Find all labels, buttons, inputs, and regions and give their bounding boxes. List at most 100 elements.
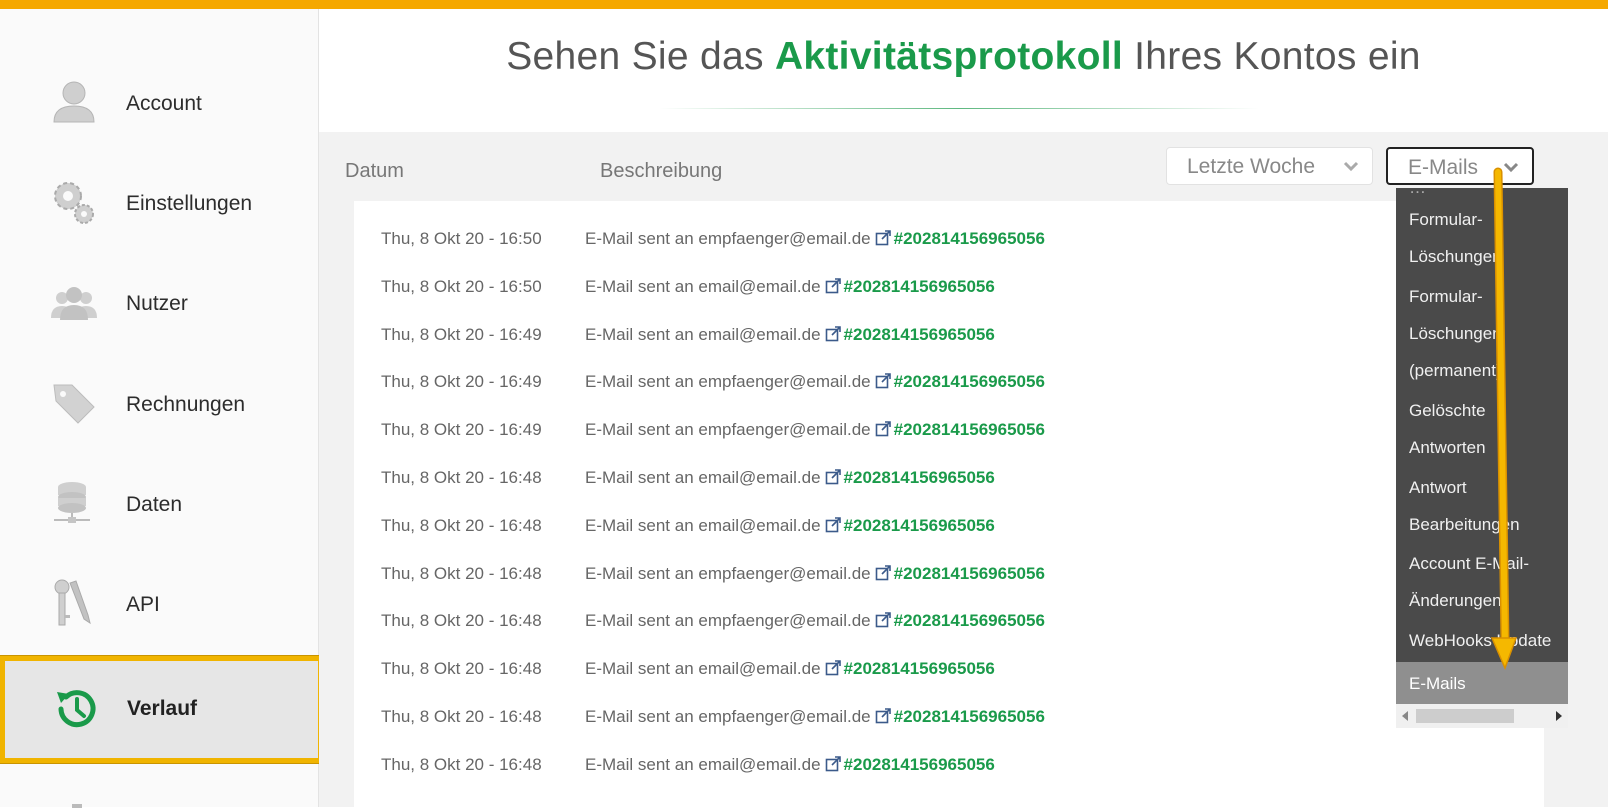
- dropdown-option-partial: …: [1409, 188, 1426, 198]
- row-text: E-Mail sent an email@email.de: [585, 277, 821, 296]
- row-text: E-Mail sent an email@email.de: [585, 659, 821, 678]
- gears-icon: [54, 182, 94, 224]
- row-text: E-Mail sent an email@email.de: [585, 325, 821, 344]
- dropdown-selected-label: E-Mails: [1409, 674, 1466, 693]
- row-link[interactable]: #202814156965056: [894, 420, 1045, 439]
- dropdown-option[interactable]: Antwort: [1409, 478, 1467, 498]
- row-link[interactable]: #202814156965056: [844, 755, 995, 774]
- row-description: E-Mail sent an email@email.de #2028141569…: [585, 659, 995, 679]
- row-link[interactable]: #202814156965056: [894, 372, 1045, 391]
- table-row: Thu, 8 Okt 20 - 16:48 E-Mail sent an emp…: [354, 699, 1544, 739]
- external-link-icon: [875, 230, 891, 246]
- page-title-suffix: Ihres Kontos ein: [1123, 35, 1421, 78]
- sidebar-item-account[interactable]: Account: [0, 64, 318, 144]
- table-row: Thu, 8 Okt 20 - 16:49 E-Mail sent an emp…: [354, 364, 1544, 404]
- dropdown-option-selected[interactable]: E-Mails: [1396, 662, 1568, 704]
- scroll-right-icon[interactable]: [1556, 711, 1562, 721]
- row-date: Thu, 8 Okt 20 - 16:48: [381, 611, 542, 630]
- row-date: Thu, 8 Okt 20 - 16:49: [381, 420, 542, 439]
- row-text: E-Mail sent an empfaenger@email.de: [585, 564, 871, 583]
- row-link[interactable]: #202814156965056: [844, 468, 995, 487]
- row-description: E-Mail sent an email@email.de #2028141569…: [585, 468, 995, 488]
- dropdown-option[interactable]: Antworten: [1409, 438, 1486, 458]
- event-type-select[interactable]: E-Mails: [1386, 147, 1534, 185]
- column-header-description: Beschreibung: [600, 160, 723, 182]
- table-row: Thu, 8 Okt 20 - 16:48 E-Mail sent an emp…: [354, 556, 1544, 596]
- table-row: Thu, 8 Okt 20 - 16:48 E-Mail sent an ema…: [354, 747, 1544, 787]
- activity-list: Thu, 8 Okt 20 - 16:50 E-Mail sent an emp…: [354, 201, 1544, 811]
- row-link[interactable]: #202814156965056: [844, 659, 995, 678]
- sidebar-item-label: Rechnungen: [126, 393, 246, 416]
- dropdown-option[interactable]: Löschungen: [1409, 247, 1502, 267]
- sidebar-item-label: Daten: [126, 493, 183, 516]
- row-text: E-Mail sent an empfaenger@email.de: [585, 707, 871, 726]
- row-description: E-Mail sent an email@email.de #2028141569…: [585, 755, 995, 775]
- row-text: E-Mail sent an email@email.de: [585, 468, 821, 487]
- row-date: Thu, 8 Okt 20 - 16:48: [381, 468, 542, 487]
- row-description: E-Mail sent an empfaenger@email.de #20281…: [585, 372, 1045, 392]
- table-row: Thu, 8 Okt 20 - 16:49 E-Mail sent an ema…: [354, 317, 1544, 357]
- external-link-icon: [875, 708, 891, 724]
- scroll-left-icon[interactable]: [1402, 711, 1408, 721]
- row-date: Thu, 8 Okt 20 - 16:48: [381, 707, 542, 726]
- row-description: E-Mail sent an empfaenger@email.de #20281…: [585, 420, 1045, 440]
- external-link-icon: [825, 469, 841, 485]
- row-text: E-Mail sent an empfaenger@email.de: [585, 229, 871, 248]
- dropdown-horizontal-scrollbar[interactable]: [1396, 704, 1568, 728]
- row-link[interactable]: #202814156965056: [894, 229, 1045, 248]
- row-date: Thu, 8 Okt 20 - 16:49: [381, 372, 542, 391]
- history-icon: [57, 690, 96, 728]
- sidebar-item-api[interactable]: API: [0, 565, 318, 645]
- row-link[interactable]: #202814156965056: [894, 707, 1045, 726]
- sidebar-item-label: Verlauf: [127, 697, 198, 720]
- table-row: Thu, 8 Okt 20 - 16:48 E-Mail sent an ema…: [354, 460, 1544, 500]
- dropdown-option[interactable]: Bearbeitungen: [1409, 515, 1520, 535]
- sidebar: Account Einstellungen Nutzer Rechnungen: [0, 9, 319, 808]
- row-link[interactable]: #202814156965056: [894, 564, 1045, 583]
- row-date: Thu, 8 Okt 20 - 16:48: [381, 659, 542, 678]
- row-date: Thu, 8 Okt 20 - 16:48: [381, 755, 542, 774]
- row-link[interactable]: #202814156965056: [844, 277, 995, 296]
- row-link[interactable]: #202814156965056: [844, 516, 995, 535]
- table-row: Thu, 8 Okt 20 - 16:48 E-Mail sent an emp…: [354, 603, 1544, 643]
- dropdown-option[interactable]: Gelöschte: [1409, 401, 1486, 421]
- table-row: Thu, 8 Okt 20 - 16:50 E-Mail sent an ema…: [354, 269, 1544, 309]
- sidebar-item-daten[interactable]: Daten: [0, 465, 318, 545]
- row-link[interactable]: #202814156965056: [894, 611, 1045, 630]
- external-link-icon: [875, 421, 891, 437]
- chevron-down-icon: [1503, 162, 1519, 173]
- scrollbar-thumb[interactable]: [1416, 709, 1514, 723]
- user-icon: [53, 81, 95, 123]
- sidebar-item-verlauf[interactable]: Verlauf: [5, 661, 318, 758]
- sidebar-item-rechnungen[interactable]: Rechnungen: [0, 365, 318, 445]
- row-description: E-Mail sent an email@email.de #2028141569…: [585, 516, 995, 536]
- row-date: Thu, 8 Okt 20 - 16:48: [381, 516, 542, 535]
- table-row: Thu, 8 Okt 20 - 16:48 E-Mail sent an ema…: [354, 651, 1544, 691]
- external-link-icon: [825, 756, 841, 772]
- row-description: E-Mail sent an empfaenger@email.de #20281…: [585, 564, 1045, 584]
- row-text: E-Mail sent an empfaenger@email.de: [585, 372, 871, 391]
- row-link[interactable]: #202814156965056: [844, 325, 995, 344]
- table-row: Thu, 8 Okt 20 - 16:48 E-Mail sent an ema…: [354, 508, 1544, 548]
- tag-icon: [53, 384, 95, 424]
- time-range-select[interactable]: Letzte Woche: [1166, 147, 1373, 185]
- dropdown-option[interactable]: (permanent): [1409, 361, 1502, 381]
- external-link-icon: [825, 517, 841, 533]
- external-link-icon: [875, 565, 891, 581]
- row-description: E-Mail sent an email@email.de #2028141569…: [585, 325, 995, 345]
- dropdown-option[interactable]: WebHooks Update: [1409, 631, 1551, 651]
- dropdown-option[interactable]: Formular-: [1409, 287, 1483, 307]
- sidebar-item-einstellungen[interactable]: Einstellungen: [0, 164, 318, 244]
- dropdown-option[interactable]: Account E-Mail-: [1409, 554, 1529, 574]
- sidebar-item-nutzer[interactable]: Nutzer: [0, 264, 318, 344]
- dropdown-option[interactable]: Löschungen: [1409, 324, 1502, 344]
- dropdown-option[interactable]: Formular-: [1409, 210, 1483, 230]
- row-text: E-Mail sent an email@email.de: [585, 755, 821, 774]
- event-type-dropdown-list: … Formular- Löschungen Formular- Löschun…: [1396, 188, 1568, 728]
- row-description: E-Mail sent an empfaenger@email.de #20281…: [585, 707, 1045, 727]
- row-description: E-Mail sent an empfaenger@email.de #20281…: [585, 611, 1045, 631]
- row-date: Thu, 8 Okt 20 - 16:48: [381, 564, 542, 583]
- sidebar-item-label: Einstellungen: [126, 192, 253, 215]
- dropdown-option[interactable]: Änderungen: [1409, 591, 1502, 611]
- row-date: Thu, 8 Okt 20 - 16:50: [381, 277, 542, 296]
